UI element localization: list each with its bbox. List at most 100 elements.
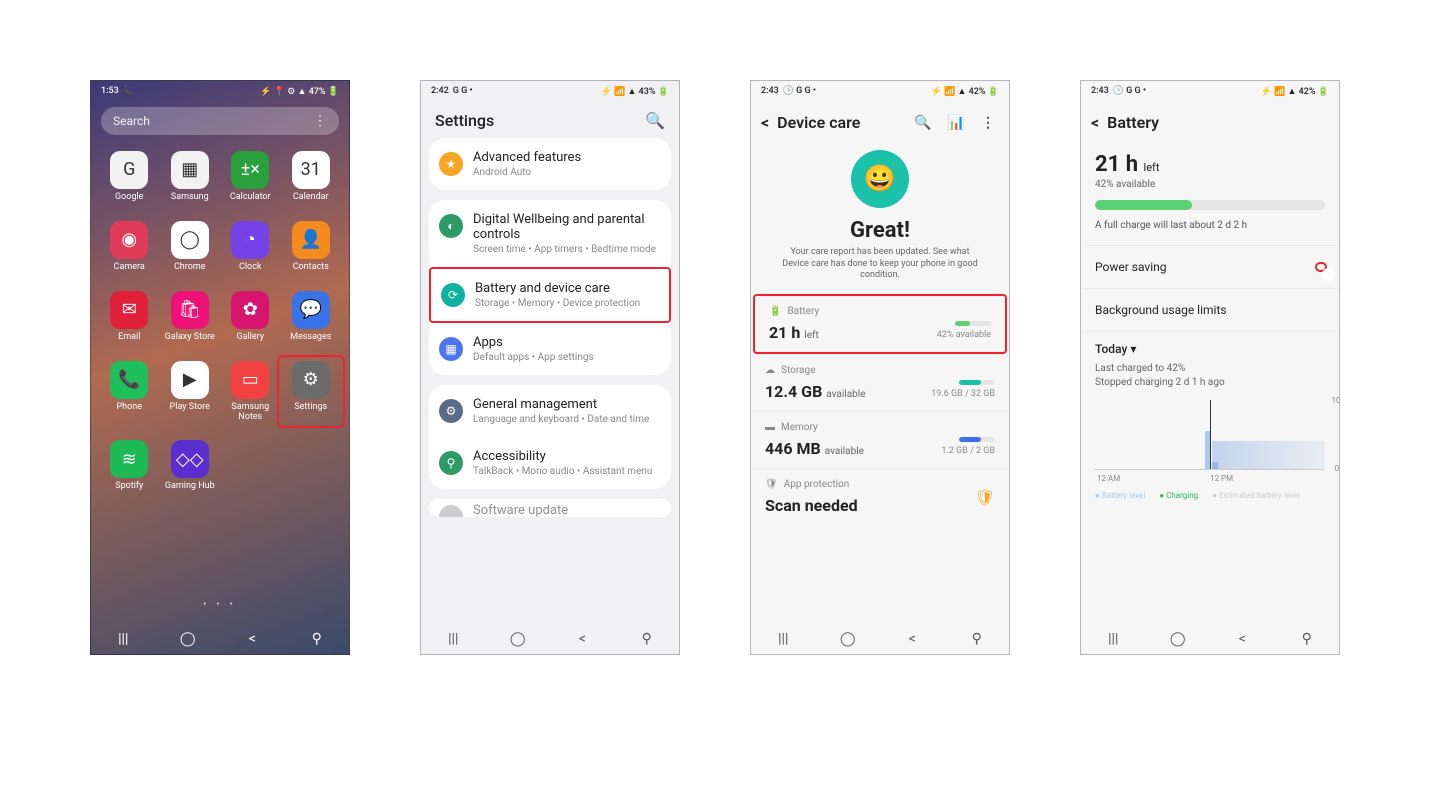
settings-item-title: Advanced features: [473, 150, 581, 165]
home-button[interactable]: ◯: [178, 631, 198, 647]
recents-button[interactable]: |||: [113, 631, 133, 647]
today-heading[interactable]: Today: [1095, 342, 1127, 356]
status-icons: ⚡ 📶 ▲ 42% 🔋: [931, 86, 999, 97]
settings-item-battery-and-device-care[interactable]: ⟳Battery and device careStorage • Memory…: [429, 267, 671, 323]
settings-item-apps[interactable]: ▦ Apps Default apps • App settings: [429, 323, 671, 375]
home-button[interactable]: ◯: [508, 631, 528, 647]
settings-item-advanced-features[interactable]: ★ Advanced features Android Auto: [429, 138, 671, 190]
dropdown-icon[interactable]: ▾: [1130, 342, 1136, 356]
settings-item-icon: ◐: [439, 214, 463, 238]
settings-item-icon: ⟳: [441, 283, 465, 307]
settings-item-accessibility[interactable]: ⚲AccessibilityTalkBack • Mono audio • As…: [429, 437, 671, 489]
settings-item-subtitle: Default apps • App settings: [473, 352, 594, 363]
shield-icon: 🛡: [765, 479, 778, 490]
settings-item-icon: ★: [439, 152, 463, 176]
back-button[interactable]: <: [242, 631, 262, 647]
app-settings[interactable]: ⚙Settings: [279, 357, 344, 427]
app-spotify[interactable]: ≋Spotify: [99, 440, 160, 492]
app-label: Google: [115, 193, 143, 203]
chart-legend: Battery level Charging Estimated battery…: [1095, 491, 1325, 500]
app-icon: ▭: [231, 361, 269, 399]
settings-item-digital-wellbeing-and-parental-controls[interactable]: ◐Digital Wellbeing and parental controls…: [429, 200, 671, 267]
app-gaming-hub[interactable]: ◇◇Gaming Hub: [160, 440, 221, 492]
chart-icon[interactable]: 📊: [944, 115, 969, 131]
home-button[interactable]: ◯: [838, 631, 858, 647]
battery-suffix: left: [804, 330, 818, 341]
app-label: Galaxy Store: [165, 333, 215, 343]
battery-row[interactable]: 🔋Battery 21 h left 42% available: [753, 294, 1007, 354]
accessibility-button[interactable]: ⚲: [1297, 631, 1317, 647]
app-google[interactable]: GGoogle: [99, 151, 160, 203]
storage-label: Storage: [781, 365, 815, 376]
home-button[interactable]: ◯: [1168, 631, 1188, 647]
app-chrome[interactable]: ◯Chrome: [160, 221, 221, 273]
recents-button[interactable]: |||: [1103, 631, 1123, 647]
status-heading: Great!: [751, 218, 1009, 243]
accessibility-button[interactable]: ⚲: [307, 631, 327, 647]
app-label: Calculator: [230, 193, 271, 203]
back-icon[interactable]: <: [1091, 113, 1099, 132]
app-search-bar[interactable]: Search ⋮: [101, 107, 339, 135]
storage-row[interactable]: ☁Storage 12.4 GB available 19.6 GB / 32 …: [751, 354, 1009, 411]
battery-hours: 21 h: [769, 323, 800, 342]
recents-button[interactable]: |||: [773, 631, 793, 647]
app-gallery[interactable]: ✿Gallery: [220, 291, 281, 343]
storage-icon: ☁: [765, 365, 775, 376]
more-icon[interactable]: ⋮: [313, 113, 327, 129]
app-camera[interactable]: ◉Camera: [99, 221, 160, 273]
more-icon[interactable]: ⋮: [977, 115, 999, 131]
app-samsung[interactable]: ▦Samsung: [160, 151, 221, 203]
app-play-store[interactable]: ▶Play Store: [160, 361, 221, 423]
app-samsung-notes[interactable]: ▭Samsung Notes: [220, 361, 281, 423]
settings-list: ★ Advanced features Android Auto ◐Digital W…: [421, 138, 679, 517]
accessibility-button[interactable]: ⚲: [967, 631, 987, 647]
settings-item-icon: ▦: [439, 337, 463, 361]
status-subtext: Your care report has been updated. See w…: [751, 247, 1009, 294]
battery-pct: 42% available: [937, 330, 991, 340]
page-title: Battery: [1107, 113, 1159, 132]
settings-item-general-management[interactable]: ⚙General managementLanguage and keyboard…: [429, 385, 671, 437]
back-icon[interactable]: <: [761, 113, 769, 132]
app-label: Phone: [116, 403, 142, 413]
app-calculator[interactable]: ±× Calculator: [220, 151, 281, 203]
clock-text: 1:53: [101, 86, 119, 96]
app-label: Spotify: [115, 482, 143, 492]
app-email[interactable]: ✉Email: [99, 291, 160, 343]
app-protection-row[interactable]: 🛡App protection Scan needed 🛡: [751, 468, 1009, 525]
memory-row[interactable]: ▬Memory 446 MB available 1.2 GB / 2 GB: [751, 411, 1009, 468]
power-saving-toggle[interactable]: [1317, 264, 1325, 270]
back-button[interactable]: <: [572, 631, 592, 647]
x-right: 12 PM: [1210, 474, 1233, 483]
app-icon: ±×: [231, 151, 269, 189]
bg-limits-label: Background usage limits: [1095, 303, 1227, 317]
search-icon[interactable]: 🔍: [910, 115, 935, 131]
back-button[interactable]: <: [1232, 631, 1252, 647]
settings-item-subtitle: Android Auto: [473, 167, 581, 178]
app-contacts[interactable]: 👤Contacts: [281, 221, 342, 273]
back-button[interactable]: <: [902, 631, 922, 647]
app-icon: ▦: [171, 151, 209, 189]
bg-usage-limits-row[interactable]: Background usage limits: [1081, 288, 1339, 331]
power-saving-row[interactable]: Power saving: [1081, 245, 1339, 288]
settings-item-software-update[interactable]: Software update: [429, 499, 671, 517]
app-label: Settings: [294, 403, 327, 413]
settings-item-title: Apps: [473, 335, 594, 350]
recents-button[interactable]: |||: [443, 631, 463, 647]
accessibility-button[interactable]: ⚲: [637, 631, 657, 647]
app-calendar[interactable]: 31Calendar: [281, 151, 342, 203]
status-icons: ⚡ 📶 ▲ 43% 🔋: [601, 86, 669, 97]
app-phone[interactable]: 📞Phone: [99, 361, 160, 423]
clock-text: 2:43: [1091, 86, 1109, 96]
search-icon[interactable]: 🔍: [645, 111, 665, 130]
battery-bar: [1095, 200, 1325, 210]
app-label: Play Store: [170, 403, 210, 413]
protection-status: Scan needed: [765, 496, 995, 515]
app-clock[interactable]: ◔Clock: [220, 221, 281, 273]
app-galaxy-store[interactable]: 🛍Galaxy Store: [160, 291, 221, 343]
settings-item-icon: ⚙: [439, 399, 463, 423]
app-messages[interactable]: 💬Messages: [281, 291, 342, 343]
pct-available: 42% available: [1095, 179, 1325, 190]
app-icon: 💬: [292, 291, 330, 329]
app-grid: GGoogle▦Samsung ±× Calculator 31Calendar ◉Ca…: [91, 141, 349, 492]
settings-item-title: General management: [473, 397, 649, 412]
